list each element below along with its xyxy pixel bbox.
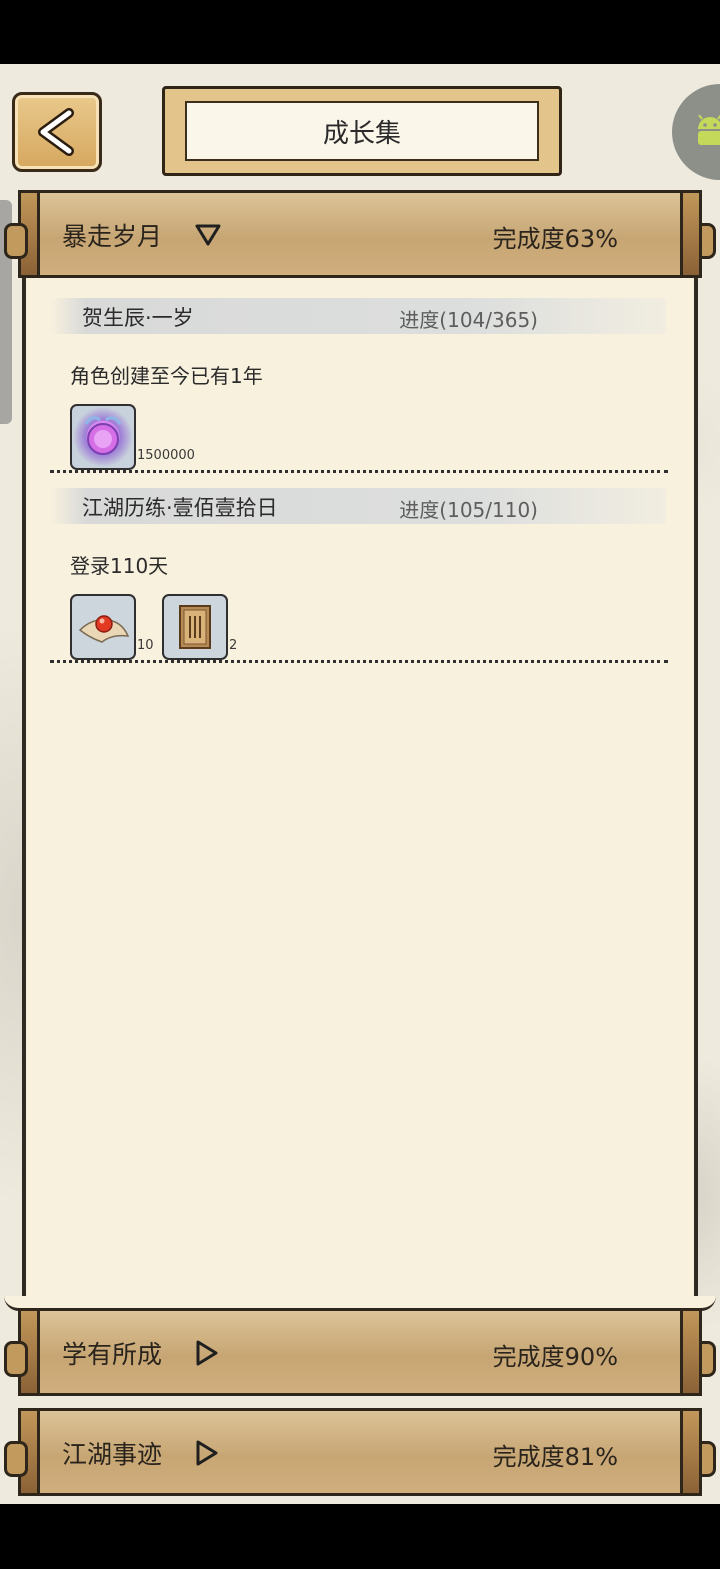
quest-title: 江湖历练·壹佰壹拾日: [82, 496, 278, 520]
quest-item: 贺生辰·一岁 进度(104/365) 角色创建至今已有1年 1500000: [50, 298, 666, 470]
category-bar-xueyou[interactable]: 学有所成 完成度90%: [4, 1308, 716, 1396]
android-icon: [698, 115, 720, 145]
page-title: 成长集: [185, 101, 539, 161]
triangle-right-icon: [196, 1340, 218, 1366]
reward-slot[interactable]: [70, 404, 136, 470]
scroll-knob-left: [4, 223, 28, 259]
quest-header: 江湖历练·壹佰壹拾日 进度(105/110): [50, 488, 666, 524]
reward-count: 10: [137, 638, 154, 653]
reward-slot[interactable]: [162, 594, 228, 660]
quest-title: 贺生辰·一岁: [82, 306, 194, 330]
reward-slot[interactable]: [70, 594, 136, 660]
scroll-knob-left: [4, 1441, 28, 1477]
quest-item: 江湖历练·壹佰壹拾日 进度(105/110) 登录110天 10 2: [50, 488, 666, 660]
category-bar-jianghu[interactable]: 江湖事迹 完成度81%: [4, 1408, 716, 1496]
category-name: 学有所成: [62, 1340, 163, 1369]
reward-count: 1500000: [137, 448, 195, 463]
category-name: 暴走岁月: [62, 222, 163, 251]
category-name: 江湖事迹: [62, 1440, 163, 1469]
book-icon: [179, 605, 211, 649]
quest-description: 角色创建至今已有1年: [70, 364, 263, 388]
divider: [50, 660, 668, 663]
quest-header: 贺生辰·一岁 进度(104/365): [50, 298, 666, 334]
triangle-down-icon: [195, 224, 221, 246]
category-bar-baozou[interactable]: 暴走岁月 完成度63%: [4, 190, 716, 278]
back-button[interactable]: [12, 92, 102, 172]
scroll-knob-right: [692, 1441, 716, 1477]
category-completion: 完成度81%: [492, 1443, 618, 1471]
scroll-knob-right: [692, 1341, 716, 1377]
scroll-knob-right: [692, 223, 716, 259]
game-screen: 成长集 暴走岁月 完成度63% 贺生辰·一岁 进度(104/365) 角色创建至…: [0, 64, 720, 1504]
quest-progress: 进度(105/110): [399, 498, 538, 522]
title-plaque: 成长集: [162, 86, 562, 176]
divider: [50, 470, 668, 473]
triangle-right-icon: [196, 1440, 218, 1466]
category-completion: 完成度90%: [492, 1343, 618, 1371]
quest-progress: 进度(104/365): [399, 308, 538, 332]
red-pill-icon: [78, 615, 130, 643]
chevron-left-icon: [38, 108, 74, 156]
quest-description: 登录110天: [70, 554, 169, 578]
scroll-knob-left: [4, 1341, 28, 1377]
purple-orb-icon: [84, 416, 122, 455]
category-completion: 完成度63%: [492, 225, 618, 253]
reward-count: 2: [229, 638, 238, 653]
